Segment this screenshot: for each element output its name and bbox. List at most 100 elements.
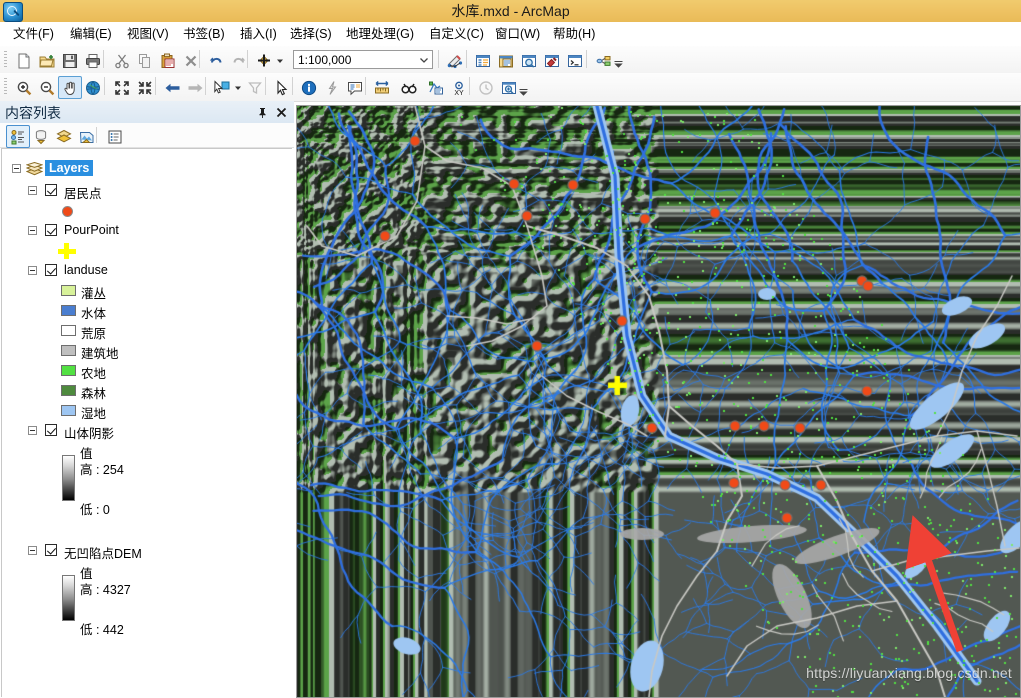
toc-toolbar xyxy=(0,123,294,148)
full-extent-icon[interactable] xyxy=(81,76,105,99)
select-elements-icon[interactable] xyxy=(270,76,294,99)
layer-label-hillshade[interactable]: 山体阴影 xyxy=(64,423,114,442)
legend-label-dem-high: 高 : 4327 xyxy=(80,583,131,597)
zoom-in-icon[interactable] xyxy=(12,76,36,99)
list-by-source-icon[interactable] xyxy=(29,125,53,148)
tree-row-pourpoint[interactable]: PourPoint xyxy=(2,221,292,241)
layer-label-pourpoint[interactable]: PourPoint xyxy=(64,223,119,237)
tree-row-filled-dem[interactable]: 无凹陷点DEM xyxy=(2,541,292,561)
legend-label-hillshade-high: 高 : 254 xyxy=(80,463,124,477)
zoom-out-icon[interactable] xyxy=(35,76,59,99)
chevron-down-icon[interactable] xyxy=(415,50,433,69)
time-slider-icon[interactable] xyxy=(474,76,498,99)
watermark-text: https://liyuanxiang.blog.csdn.net xyxy=(806,665,1012,681)
find-icon[interactable] xyxy=(397,76,421,99)
toolbar-overflow-icon[interactable] xyxy=(518,77,529,99)
close-icon[interactable] xyxy=(274,105,289,120)
checkbox-landuse[interactable] xyxy=(45,264,57,276)
fixed-zoom-in-icon[interactable] xyxy=(110,76,134,99)
layer-tree[interactable]: Layers 居民点 PourPoint landuse 灌丛 水体 荒原 建筑… xyxy=(1,148,292,697)
cut-icon[interactable] xyxy=(110,49,134,72)
toolbar-separator xyxy=(104,77,105,95)
toolbar-grip[interactable] xyxy=(4,51,7,67)
search-window-icon[interactable] xyxy=(517,49,541,72)
add-data-dropdown-icon[interactable] xyxy=(273,49,287,72)
next-extent-icon[interactable] xyxy=(183,76,207,99)
layer-label-layers[interactable]: Layers xyxy=(45,160,94,176)
map-view[interactable]: https://liyuanxiang.blog.csdn.net xyxy=(296,105,1021,698)
menu-bookmarks[interactable]: 书签(B) xyxy=(178,24,230,44)
toolbar-separator xyxy=(247,50,248,68)
toc-title: 内容列表 xyxy=(5,105,61,121)
print-icon[interactable] xyxy=(81,49,105,72)
list-by-visibility-icon[interactable] xyxy=(52,125,76,148)
options-icon[interactable] xyxy=(103,125,127,148)
checkbox-hillshade[interactable] xyxy=(45,424,57,436)
copy-icon[interactable] xyxy=(133,49,157,72)
menu-view[interactable]: 视图(V) xyxy=(122,24,174,44)
layer-label-residential-points[interactable]: 居民点 xyxy=(64,183,102,202)
expander-residential-points[interactable] xyxy=(28,186,37,195)
title-bar: 水库.mxd - ArcMap xyxy=(0,0,1021,23)
layer-label-filled-dem[interactable]: 无凹陷点DEM xyxy=(64,543,142,562)
fixed-zoom-out-icon[interactable] xyxy=(133,76,157,99)
clear-selection-icon[interactable] xyxy=(243,76,267,99)
legend-label-forest: 森林 xyxy=(81,387,107,401)
table-of-contents-icon[interactable] xyxy=(471,49,495,72)
menu-edit[interactable]: 编辑(E) xyxy=(65,24,117,44)
menu-file[interactable]: 文件(F) xyxy=(8,24,59,44)
menu-help[interactable]: 帮助(H) xyxy=(548,24,600,44)
menu-geoprocessing[interactable]: 地理处理(G) xyxy=(341,24,419,44)
menu-windows[interactable]: 窗口(W) xyxy=(490,24,545,44)
arcmap-window: 水库.mxd - ArcMap 文件(F) 编辑(E) 视图(V) 书签(B) … xyxy=(0,0,1021,698)
list-by-drawing-order-icon[interactable] xyxy=(6,125,30,148)
swatch-builtup xyxy=(61,345,76,356)
save-icon[interactable] xyxy=(58,49,82,72)
editor-toolbar-icon[interactable] xyxy=(443,49,467,72)
checkbox-residential-points[interactable] xyxy=(45,184,57,196)
toolbar-separator xyxy=(199,50,200,68)
find-route-icon[interactable] xyxy=(424,76,448,99)
menu-customize[interactable]: 自定义(C) xyxy=(424,24,489,44)
previous-extent-icon[interactable] xyxy=(160,76,184,99)
tree-row-landuse[interactable]: landuse xyxy=(2,261,292,281)
menu-insert[interactable]: 插入(I) xyxy=(235,24,282,44)
tree-row-residential-points[interactable]: 居民点 xyxy=(2,181,292,201)
html-popup-icon[interactable] xyxy=(343,76,367,99)
legend-row-landuse-0: 灌丛 xyxy=(2,281,292,301)
orange-circle-symbol-icon xyxy=(62,206,73,217)
expander-filled-dem[interactable] xyxy=(28,546,37,555)
pan-icon[interactable] xyxy=(58,76,82,99)
layer-label-landuse[interactable]: landuse xyxy=(64,263,108,277)
measure-icon[interactable] xyxy=(370,76,394,99)
toolbar-overflow-icon[interactable] xyxy=(613,49,624,71)
hyperlink-icon[interactable] xyxy=(320,76,344,99)
toolbar-grip[interactable] xyxy=(4,78,7,94)
checkbox-filled-dem[interactable] xyxy=(45,544,57,556)
undo-icon[interactable] xyxy=(204,49,228,72)
identify-icon[interactable] xyxy=(297,76,321,99)
expander-hillshade[interactable] xyxy=(28,426,37,435)
open-document-icon[interactable] xyxy=(35,49,59,72)
toolbar-separator xyxy=(365,77,366,95)
map-canvas[interactable] xyxy=(297,106,1020,697)
map-scale-combobox[interactable]: 1:100,000 xyxy=(293,50,433,69)
checkbox-pourpoint[interactable] xyxy=(45,224,57,236)
legend-label-water: 水体 xyxy=(81,307,107,321)
catalog-icon[interactable] xyxy=(494,49,518,72)
python-window-icon[interactable] xyxy=(563,49,587,72)
tree-row-layers[interactable]: Layers xyxy=(2,159,292,179)
legend-row-landuse-5: 森林 xyxy=(2,381,292,401)
toolbox-icon[interactable] xyxy=(540,49,564,72)
expander-pourpoint[interactable] xyxy=(28,226,37,235)
pin-icon[interactable] xyxy=(255,105,270,120)
expander-layers[interactable] xyxy=(12,164,21,173)
go-to-xy-icon[interactable]: XY xyxy=(447,76,471,99)
toolbar-separator xyxy=(466,50,467,68)
menu-selection[interactable]: 选择(S) xyxy=(285,24,337,44)
legend-row-landuse-1: 水体 xyxy=(2,301,292,321)
expander-landuse[interactable] xyxy=(28,266,37,275)
paste-icon[interactable] xyxy=(156,49,180,72)
new-document-icon[interactable] xyxy=(12,49,36,72)
tree-row-hillshade[interactable]: 山体阴影 xyxy=(2,421,292,441)
